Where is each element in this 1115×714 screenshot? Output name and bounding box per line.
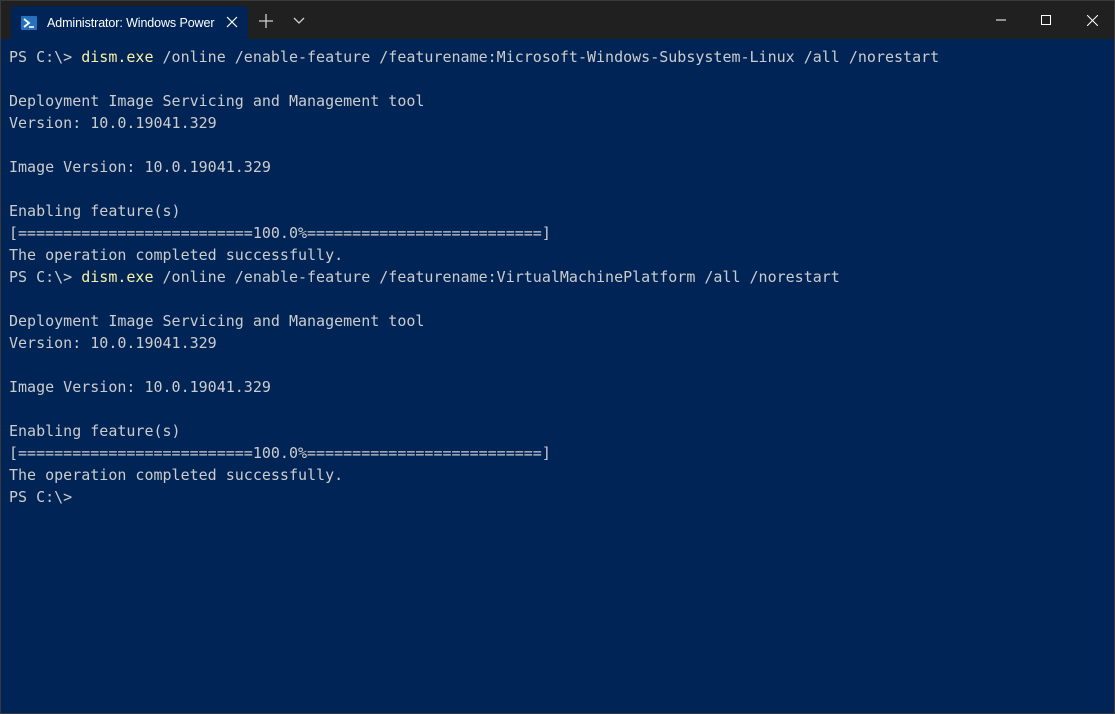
- command-line: PS C:\> dism.exe /online /enable-feature…: [9, 46, 1114, 68]
- prompt: PS C:\>: [9, 488, 73, 506]
- chevron-down-icon[interactable]: [289, 11, 309, 31]
- output-line: Deployment Image Servicing and Managemen…: [9, 92, 425, 110]
- command-line: PS C:\>: [9, 486, 1114, 508]
- command-name: dism.exe: [81, 48, 154, 66]
- output-line: [==========================100.0%=======…: [9, 224, 551, 242]
- close-window-icon[interactable]: [1069, 1, 1114, 39]
- command-args: /online /enable-feature /featurename:Mic…: [153, 48, 940, 66]
- close-tab-icon[interactable]: [224, 14, 240, 30]
- command-args: /online /enable-feature /featurename:Vir…: [153, 268, 840, 286]
- output-line: The operation completed successfully.: [9, 466, 344, 484]
- minimize-icon[interactable]: [978, 1, 1024, 39]
- output-line: The operation completed successfully.: [9, 246, 344, 264]
- titlebar: Administrator: Windows PowerShell: [1, 1, 1114, 39]
- powershell-icon: [21, 15, 37, 31]
- prompt: PS C:\>: [9, 48, 82, 66]
- plus-icon[interactable]: [256, 11, 276, 31]
- command-name: dism.exe: [81, 268, 154, 286]
- prompt: PS C:\>: [9, 268, 82, 286]
- output-line: Version: 10.0.19041.329: [9, 114, 217, 132]
- terminal-output[interactable]: PS C:\> dism.exe /online /enable-feature…: [1, 39, 1114, 713]
- output-line: Enabling feature(s): [9, 422, 181, 440]
- terminal-window: Administrator: Windows PowerShell: [0, 0, 1115, 714]
- output-line: [==========================100.0%=======…: [9, 444, 551, 462]
- tab-powershell[interactable]: Administrator: Windows PowerShell: [11, 6, 248, 39]
- command-line: PS C:\> dism.exe /online /enable-feature…: [9, 266, 1114, 288]
- maximize-icon[interactable]: [1023, 1, 1069, 39]
- output-line: Image Version: 10.0.19041.329: [9, 158, 271, 176]
- output-line: Enabling feature(s): [9, 202, 181, 220]
- tab-title: Administrator: Windows PowerShell: [47, 15, 215, 30]
- output-line: Image Version: 10.0.19041.329: [9, 378, 271, 396]
- output-line: Version: 10.0.19041.329: [9, 334, 217, 352]
- output-line: Deployment Image Servicing and Managemen…: [9, 312, 425, 330]
